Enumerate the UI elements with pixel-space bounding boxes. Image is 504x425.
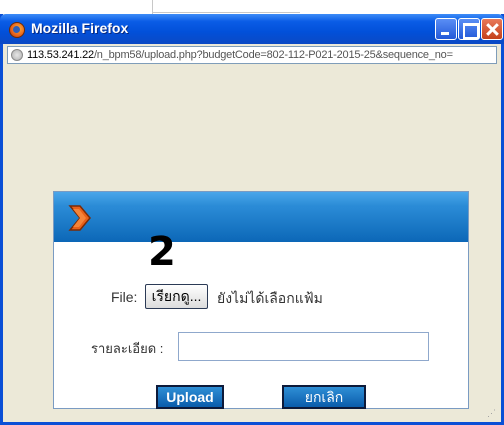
step-number: 2 bbox=[148, 229, 176, 275]
background-divider bbox=[152, 12, 300, 13]
dialog-header bbox=[54, 192, 468, 242]
screen: Mozilla Firefox 113.53.241.22/n_bpm58/up… bbox=[0, 0, 504, 425]
header-shine bbox=[54, 192, 468, 206]
upload-dialog: 2 File: เรียกดู... ยังไม่ได้เลือกแฟ้ม รา… bbox=[53, 191, 469, 409]
page-content: 2 File: เรียกดู... ยังไม่ได้เลือกแฟ้ม รา… bbox=[3, 66, 501, 422]
detail-input[interactable] bbox=[178, 332, 429, 361]
url-text: 113.53.241.22/n_bpm58/upload.php?budgetC… bbox=[27, 49, 453, 61]
close-button[interactable] bbox=[481, 18, 503, 40]
chevron-right-icon bbox=[68, 205, 91, 231]
url-field[interactable]: 113.53.241.22/n_bpm58/upload.php?budgetC… bbox=[7, 46, 497, 64]
browse-button[interactable]: เรียกดู... bbox=[145, 284, 208, 309]
file-status-text: ยังไม่ได้เลือกแฟ้ม bbox=[217, 290, 323, 306]
globe-icon bbox=[11, 49, 23, 61]
url-host: 113.53.241.22 bbox=[27, 49, 94, 61]
resize-grip[interactable]: ⋰ bbox=[487, 408, 497, 418]
cancel-button[interactable]: ยกเลิก bbox=[282, 385, 366, 409]
url-path: /n_bpm58/upload.php?budgetCode=802-112-P… bbox=[93, 49, 453, 61]
detail-label: รายละเอียด : bbox=[91, 341, 164, 356]
title-bar[interactable]: Mozilla Firefox bbox=[0, 14, 504, 44]
firefox-icon bbox=[9, 22, 25, 38]
window-title: Mozilla Firefox bbox=[31, 20, 129, 36]
minimize-button[interactable] bbox=[435, 18, 457, 40]
upload-button[interactable]: Upload bbox=[156, 385, 224, 409]
file-label: File: bbox=[111, 289, 138, 305]
address-bar: 113.53.241.22/n_bpm58/upload.php?budgetC… bbox=[3, 44, 501, 66]
maximize-button[interactable] bbox=[458, 18, 480, 40]
